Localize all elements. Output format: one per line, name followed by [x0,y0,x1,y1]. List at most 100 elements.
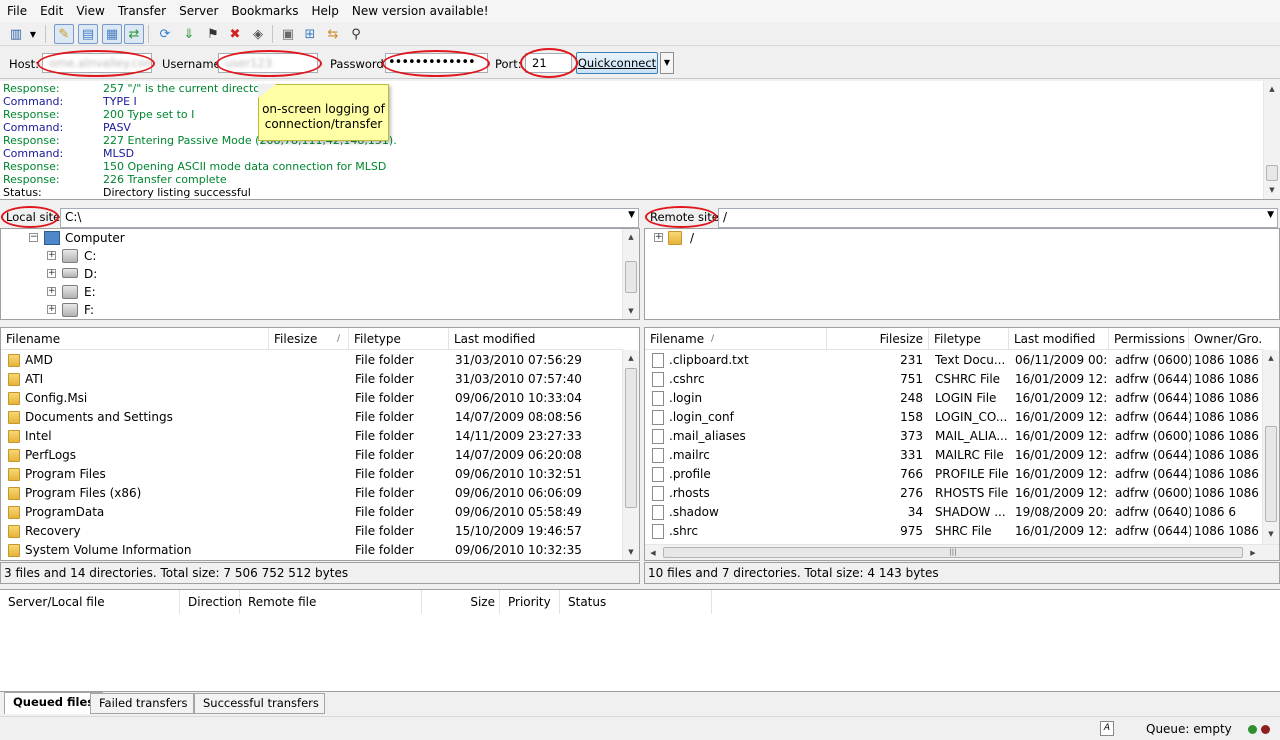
site-manager-dropdown-icon[interactable]: ▼ [26,24,40,44]
menu-help[interactable]: Help [305,4,345,18]
cancel-operation-icon[interactable]: ⚑ [203,24,223,44]
table-row[interactable]: Documents and Settings File folder 14/07/2… [1,408,623,427]
scroll-thumb[interactable] [1265,426,1277,522]
menu-server[interactable]: Server [172,4,224,18]
scroll-up-icon[interactable]: ▲ [623,350,639,366]
tab-successful-transfers[interactable]: Successful transfers [194,693,325,714]
column-filesize[interactable]: Filesize / [269,328,349,350]
queue-column-server-local[interactable]: Server/Local file [0,590,180,614]
table-row[interactable]: .mailrc331MAILRC File16/01/2009 12:...ad… [645,446,1263,465]
table-row[interactable]: .clipboard.txt 231 Text Docu... 06/11/2009 … [645,351,1263,370]
expand-icon[interactable]: + [47,305,56,314]
queue-column-remote-file[interactable]: Remote file [240,590,422,614]
quickconnect-button[interactable]: Quickconnect [576,52,658,74]
column-filetype[interactable]: Filetype [929,328,1009,350]
scroll-thumb[interactable] [625,261,637,293]
reconnect-icon[interactable]: ◈ [248,24,268,44]
username-field[interactable]: user123 [218,53,318,73]
table-row[interactable]: System Volume Information File folder 09/0… [1,541,623,560]
directory-listing-filters-icon[interactable]: ▣ [278,24,298,44]
table-row[interactable]: .login248LOGIN File16/01/2009 12:...adfr… [645,389,1263,408]
host-field[interactable]: ome.alnvalley.com [42,53,152,73]
table-row[interactable]: Recovery File folder 15/10/2009 19:46:57 [1,522,623,541]
scroll-up-icon[interactable]: ▲ [1263,350,1279,366]
table-row[interactable]: .rhosts276RHOSTS File16/01/2009 12:...ad… [645,484,1263,503]
collapse-icon[interactable]: − [29,233,38,242]
table-row[interactable]: PerfLogs File folder 14/07/2009 06:20:08 [1,446,623,465]
toggle-remote-tree-icon[interactable]: ▦ [102,24,122,44]
scroll-thumb[interactable] [625,368,637,508]
local-directory-tree[interactable]: − Computer + C: + D: + E: + F: ▲ ▼ [0,228,640,320]
expand-icon[interactable]: + [47,269,56,278]
quickconnect-dropdown-icon[interactable]: ▼ [660,52,674,74]
table-row[interactable]: .mail_aliases 373 MAIL_ALIA... 16/01/2009 1… [645,427,1263,446]
table-row[interactable]: .profile766PROFILE File16/01/2009 12:...… [645,465,1263,484]
remote-directory-tree[interactable]: + / [644,228,1280,320]
menu-edit[interactable]: Edit [33,4,69,18]
expand-icon[interactable]: + [47,251,56,260]
expand-icon[interactable]: + [654,233,663,242]
local-path-combo[interactable]: C:\ ▼ [60,208,639,228]
toggle-local-tree-icon[interactable]: ▤ [78,24,98,44]
table-row[interactable]: .login_conf158LOGIN_CO...16/01/2009 12:.… [645,408,1263,427]
table-row[interactable]: .shrc975SHRC File16/01/2009 12:...adfrw … [645,522,1263,541]
toggle-log-icon[interactable]: ✎ [54,24,74,44]
queue-column-size[interactable]: Size [422,590,500,614]
directory-comparison-icon[interactable]: ⊞ [300,24,320,44]
site-manager-icon[interactable]: ▥ [6,24,26,44]
table-row[interactable]: Config.Msi File folder 09/06/2010 10:33:04 [1,389,623,408]
chevron-down-icon[interactable]: ▼ [628,210,635,220]
column-last-modified[interactable]: Last modified [449,328,623,350]
table-row[interactable]: Program Files File folder 09/06/2010 10:32… [1,465,623,484]
scroll-right-icon[interactable]: ▶ [1245,545,1261,560]
column-last-modified[interactable]: Last modified [1009,328,1109,350]
remote-file-list[interactable]: Filename / Filesize Filetype Last modifie… [644,327,1280,561]
chevron-down-icon[interactable]: ▼ [1267,210,1274,220]
column-filename[interactable]: Filename [1,328,269,350]
synchronized-browsing-icon[interactable]: ⇆ [323,24,343,44]
disconnect-icon[interactable]: ✖ [225,24,245,44]
menu-bookmarks[interactable]: Bookmarks [224,4,304,18]
scroll-down-icon[interactable]: ▼ [623,544,639,560]
column-filesize[interactable]: Filesize [827,328,929,350]
password-field[interactable]: ••••••••••••• [385,53,488,73]
table-row[interactable]: .cshrc751CSHRC File16/01/2009 12:...adfr… [645,370,1263,389]
transfer-type-icon[interactable]: A [1100,721,1114,736]
column-owner-group[interactable]: Owner/Gro... [1189,328,1263,350]
column-filetype[interactable]: Filetype [349,328,449,350]
table-row[interactable]: .shadow34SHADOW ...19/08/2009 20:...adfr… [645,503,1263,522]
local-tree-scrollbar[interactable]: ▲ ▼ [622,229,639,319]
refresh-icon[interactable]: ⟳ [155,24,175,44]
table-row[interactable]: AMD File folder 31/03/2010 07:56:29 [1,351,623,370]
scroll-left-icon[interactable]: ◀ [645,545,661,560]
table-row[interactable]: ATI File folder 31/03/2010 07:57:40 [1,370,623,389]
column-permissions[interactable]: Permissions [1109,328,1189,350]
search-remote-files-icon[interactable]: ⚲ [346,24,366,44]
local-list-scrollbar[interactable]: ▲ ▼ [622,350,639,560]
menu-file[interactable]: File [0,4,33,18]
queue-column-direction[interactable]: Direction [180,590,242,614]
log-scroll-thumb[interactable] [1266,165,1278,181]
menu-transfer[interactable]: Transfer [111,4,172,18]
tab-queued-files[interactable]: Queued files [4,692,104,714]
toggle-queue-icon[interactable]: ⇄ [124,24,144,44]
scroll-up-icon[interactable]: ▲ [1264,81,1280,97]
scroll-down-icon[interactable]: ▼ [1264,182,1280,198]
menu-view[interactable]: View [69,4,110,18]
remote-list-scrollbar[interactable]: ▲ ▼ [1262,350,1279,544]
port-field[interactable]: 21 [525,53,572,73]
queue-column-priority[interactable]: Priority [500,590,560,614]
scroll-up-icon[interactable]: ▲ [623,229,639,245]
log-scrollbar[interactable]: ▲ ▼ [1263,81,1280,199]
queue-column-status[interactable]: Status [560,590,712,614]
scroll-down-icon[interactable]: ▼ [623,303,639,319]
remote-list-hscrollbar[interactable]: ◀ ||| ▶ [645,544,1279,560]
menu-new-version[interactable]: New version available! [345,4,495,18]
column-filename[interactable]: Filename / [645,328,827,350]
hscroll-thumb[interactable]: ||| [663,547,1243,558]
table-row[interactable]: ProgramData File folder 09/06/2010 05:58:4… [1,503,623,522]
local-file-list[interactable]: Filename Filesize / Filetype Last modifie… [0,327,640,561]
table-row[interactable]: Intel File folder 14/11/2009 23:27:33 [1,427,623,446]
remote-path-combo[interactable]: / ▼ [718,208,1278,228]
scroll-down-icon[interactable]: ▼ [1263,526,1279,542]
